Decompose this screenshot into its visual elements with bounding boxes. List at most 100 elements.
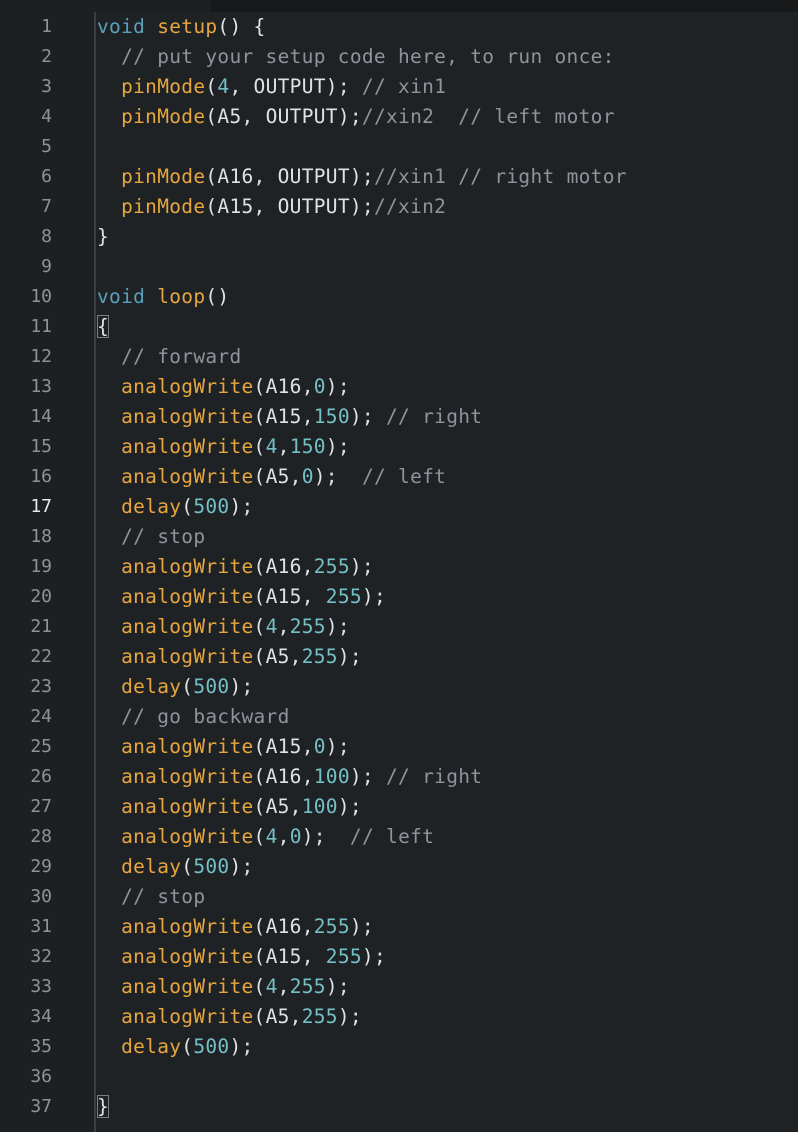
code-token: 0 [313,375,326,398]
code-line[interactable]: 12 // forward [0,342,798,372]
code-line[interactable]: 18 // stop [0,522,798,552]
line-number: 26 [30,766,52,787]
code-text: pinMode(4, OUTPUT); // xin1 [97,72,446,102]
code-line[interactable]: 14 analogWrite(A15,150); // right [0,402,798,432]
code-line[interactable]: 19 analogWrite(A16,255); [0,552,798,582]
code-token: // right [386,405,483,428]
code-token: analogWrite [121,975,254,998]
line-number: 30 [30,886,52,907]
code-line[interactable]: 15 analogWrite(4,150); [0,432,798,462]
code-line[interactable]: 20 analogWrite(A15, 255); [0,582,798,612]
code-line[interactable]: 17 delay(500); [0,492,798,522]
line-number: 21 [30,616,52,637]
code-token: // forward [97,345,242,368]
code-line[interactable]: 26 analogWrite(A16,100); // right [0,762,798,792]
code-token: analogWrite [121,825,254,848]
code-line[interactable]: 16 analogWrite(A5,0); // left [0,462,798,492]
code-text: // put your setup code here, to run once… [97,42,615,72]
code-token: } [97,225,110,248]
line-number: 8 [41,226,52,247]
line-number: 12 [30,346,52,367]
line-number: 28 [30,826,52,847]
code-line[interactable]: 35 delay(500); [0,1032,798,1062]
code-line[interactable]: 2 // put your setup code here, to run on… [0,42,798,72]
code-line[interactable]: 10 void loop() [0,282,798,312]
code-line[interactable]: 36 [0,1062,798,1092]
code-token: (A16, OUTPUT); [205,165,374,188]
code-line[interactable]: 37} [0,1092,798,1122]
code-text: analogWrite(4,150); [97,432,350,462]
code-line[interactable]: 6 pinMode(A16, OUTPUT);//xin1 // right m… [0,162,798,192]
code-token: (A15, OUTPUT); [205,195,374,218]
code-line[interactable]: 22 analogWrite(A5,255); [0,642,798,672]
code-token: 150 [289,435,326,458]
code-token: delay [121,855,182,878]
code-token: ); [229,495,254,518]
code-line[interactable]: 7 pinMode(A15, OUTPUT);//xin2 [0,192,798,222]
code-line[interactable]: 30 // stop [0,882,798,912]
code-token: 255 [313,555,350,578]
code-token: ( [181,1035,194,1058]
code-line[interactable]: 11 { [0,312,798,342]
code-token: analogWrite [121,915,254,938]
code-line[interactable]: 5 [0,132,798,162]
code-token: //xin2 // left motor [361,105,615,128]
code-line[interactable]: 3 pinMode(4, OUTPUT); // xin1 [0,72,798,102]
code-line[interactable]: 23 delay(500); [0,672,798,702]
code-text: analogWrite(A15, 255); [97,942,386,972]
code-token: ); [361,585,387,608]
line-number: 17 [30,496,52,517]
code-text: analogWrite(A15,150); // right [97,402,482,432]
code-text: analogWrite(4,255); [97,972,350,1002]
code-text: analogWrite(A16,100); // right [97,762,482,792]
code-line[interactable]: 33 analogWrite(4,255); [0,972,798,1002]
code-token: ); [325,735,350,758]
code-line[interactable]: 27 analogWrite(A5,100); [0,792,798,822]
code-line[interactable]: 28 analogWrite(4,0); // left [0,822,798,852]
code-token: 4 [265,435,278,458]
code-token: (A15, [253,945,326,968]
code-editor[interactable]: 1 void setup() {2 // put your setup code … [0,0,798,1132]
code-line[interactable]: 13 analogWrite(A16,0); [0,372,798,402]
code-token: analogWrite [121,735,254,758]
code-line[interactable]: 1 void setup() { [0,12,798,42]
code-line[interactable]: 8} [0,222,798,252]
code-token: // stop [97,525,206,548]
code-line[interactable]: 32 analogWrite(A15, 255); [0,942,798,972]
code-line[interactable]: 29 delay(500); [0,852,798,882]
code-text: analogWrite(A15,0); [97,732,350,762]
code-token: analogWrite [121,765,254,788]
code-token: // go backward [97,705,290,728]
code-token: ); [229,675,254,698]
code-line[interactable]: 9 [0,252,798,282]
code-line[interactable]: 31 analogWrite(A16,255); [0,912,798,942]
code-token: analogWrite [121,645,254,668]
code-line[interactable]: 34 analogWrite(A5,255); [0,1002,798,1032]
code-line[interactable]: 21 analogWrite(4,255); [0,612,798,642]
code-token: (A5, [253,465,302,488]
code-token: ); [229,855,254,878]
code-text: pinMode(A15, OUTPUT);//xin2 [97,192,446,222]
code-token: pinMode [121,195,206,218]
code-line[interactable]: 24 // go backward [0,702,798,732]
code-token: 500 [193,675,230,698]
code-text: analogWrite(A16,0); [97,372,350,402]
code-line[interactable]: 4 pinMode(A5, OUTPUT);//xin2 // left mot… [0,102,798,132]
code-token: delay [121,1035,182,1058]
code-line[interactable]: 25 analogWrite(A15,0); [0,732,798,762]
code-token: analogWrite [121,795,254,818]
code-token: 500 [193,495,230,518]
code-token: delay [121,495,182,518]
code-token: ( [253,975,266,998]
code-token: (A16, [253,765,314,788]
line-number: 23 [30,676,52,697]
code-token: ); [349,915,374,938]
line-number: 24 [30,706,52,727]
